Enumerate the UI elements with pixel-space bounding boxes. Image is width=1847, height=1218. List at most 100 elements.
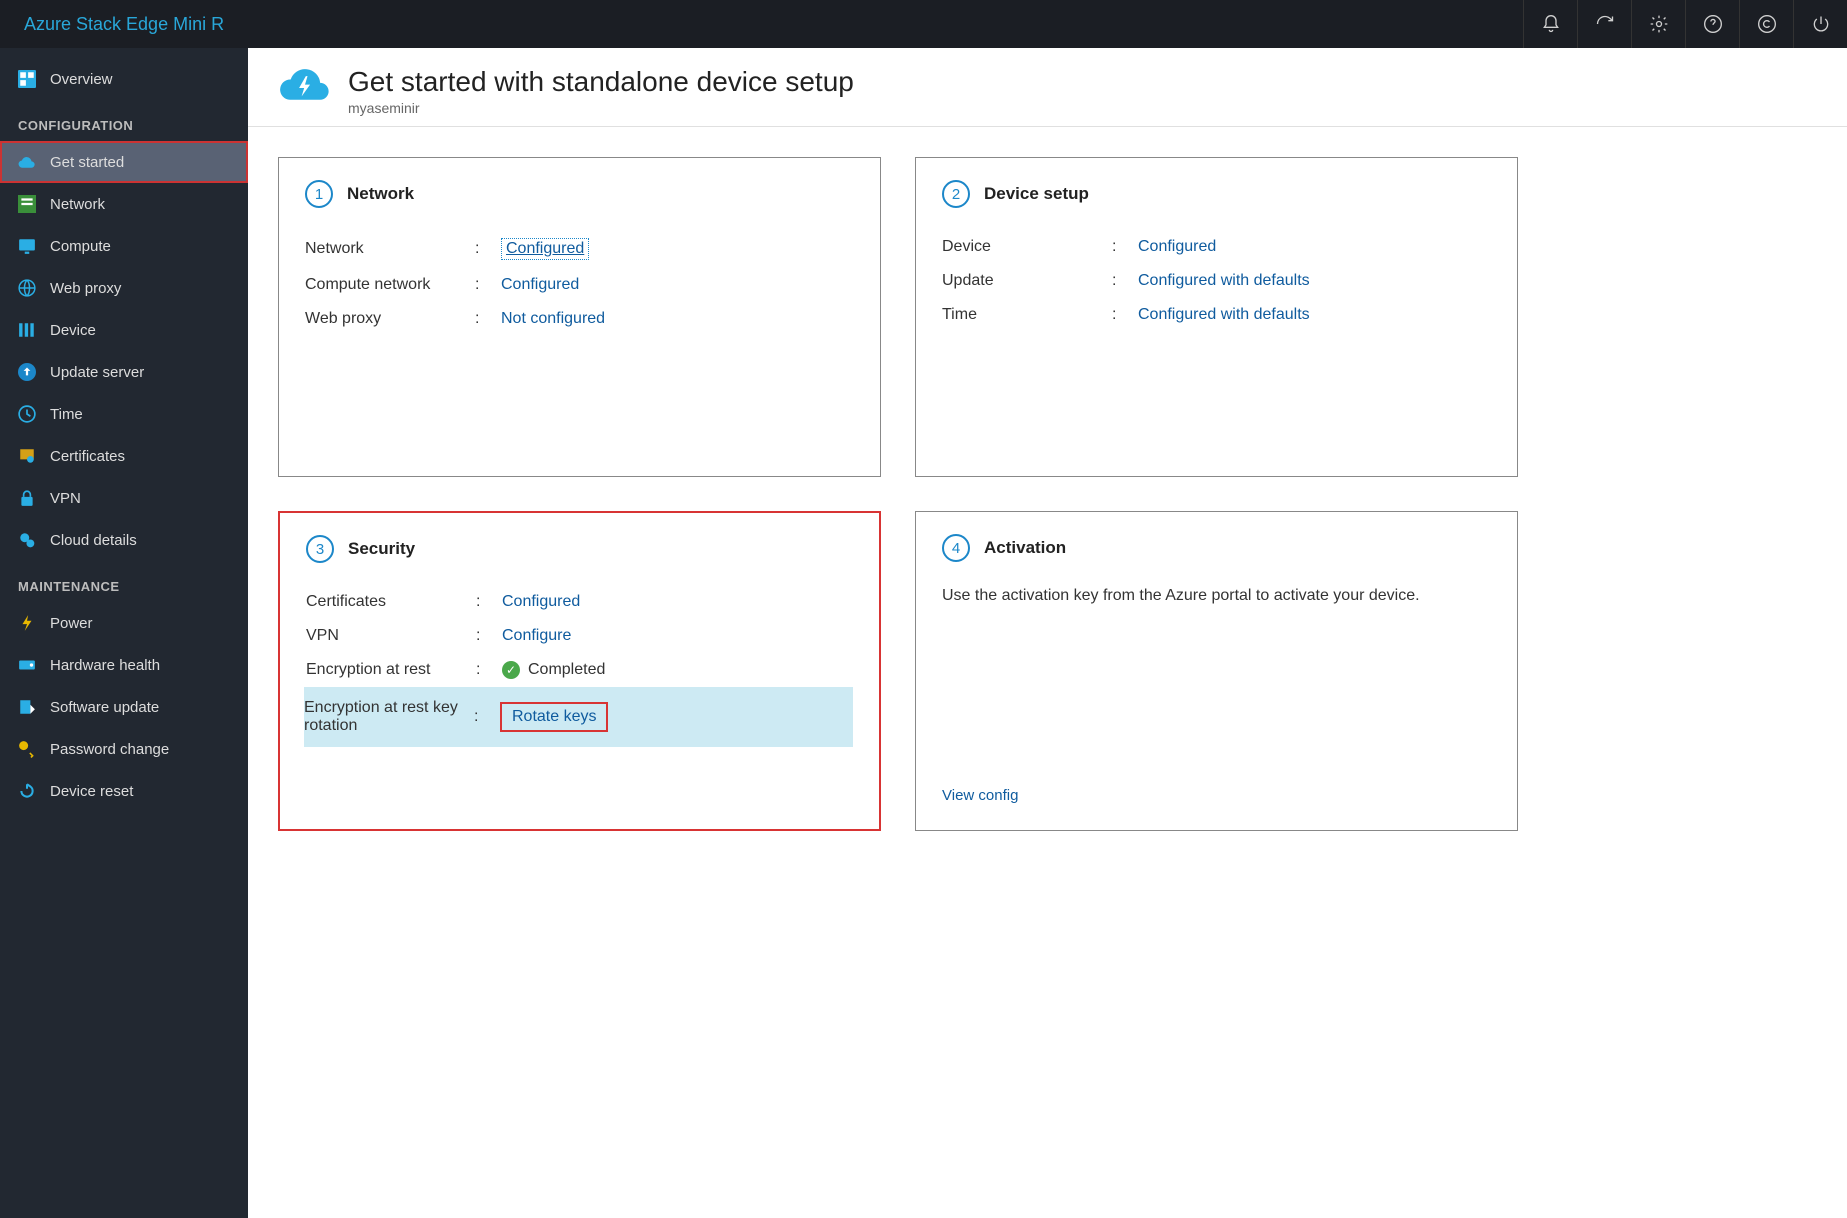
- kv-value-link[interactable]: Configured with defaults: [1138, 272, 1310, 290]
- sidebar-item-label: Password change: [50, 741, 169, 758]
- sidebar-item-time[interactable]: Time: [0, 393, 248, 435]
- sidebar-item-label: Update server: [50, 364, 144, 381]
- hardware-icon: [18, 656, 36, 674]
- sidebar-item-device[interactable]: Device: [0, 309, 248, 351]
- sidebar-item-label: Device: [50, 322, 96, 339]
- kv-label: Device: [942, 238, 1112, 256]
- kv-row: Web proxy:Not configured: [305, 302, 854, 336]
- step-number: 2: [942, 180, 970, 208]
- bell-icon[interactable]: [1523, 0, 1577, 48]
- cloud-bolt-icon: [278, 66, 332, 106]
- sidebar-item-label: Compute: [50, 238, 111, 255]
- gear-icon[interactable]: [1631, 0, 1685, 48]
- bars-icon: [18, 321, 36, 339]
- bolt-icon: [18, 614, 36, 632]
- card-device-setup: 2 Device setup Device:ConfiguredUpdate:Co…: [915, 157, 1518, 477]
- copyright-icon[interactable]: [1739, 0, 1793, 48]
- upload-icon: [18, 363, 36, 381]
- sidebar-item-compute[interactable]: Compute: [0, 225, 248, 267]
- sidebar-item-update-server[interactable]: Update server: [0, 351, 248, 393]
- check-icon: ✓: [502, 661, 520, 679]
- sidebar-section-configuration: Configuration: [0, 100, 248, 141]
- sidebar-item-label: Software update: [50, 699, 159, 716]
- card-title: Network: [347, 184, 414, 204]
- software-icon: [18, 698, 36, 716]
- card-network: 1Network Network:ConfiguredCompute netwo…: [278, 157, 881, 477]
- content: Get started with standalone device setup…: [248, 48, 1847, 1218]
- sidebar-item-device-reset[interactable]: Device reset: [0, 770, 248, 812]
- sidebar-item-power[interactable]: Power: [0, 602, 248, 644]
- sidebar-item-network[interactable]: Network: [0, 183, 248, 225]
- kv-value-link[interactable]: Configured: [1138, 238, 1216, 256]
- kv-row: Encryption at rest:✓Completed: [306, 653, 853, 687]
- kv-value: ✓Completed: [502, 661, 605, 679]
- card-security: 3Security Certificates:ConfiguredVPN:Con…: [278, 511, 881, 831]
- kv-value-link[interactable]: Not configured: [501, 310, 605, 328]
- kv-row: Update:Configured with defaults: [942, 264, 1491, 298]
- kv-value-link[interactable]: Configured with defaults: [1138, 306, 1310, 324]
- sidebar-item-cloud-details[interactable]: Cloud details: [0, 519, 248, 561]
- kv-value-link[interactable]: Configured: [501, 276, 579, 294]
- certificate-icon: [18, 447, 36, 465]
- sidebar-item-overview[interactable]: Overview: [0, 58, 248, 100]
- card-title: Activation: [984, 538, 1066, 558]
- sidebar-item-label: Get started: [50, 154, 124, 171]
- kv-value-link[interactable]: Configured: [502, 593, 580, 611]
- kv-row: Device:Configured: [942, 230, 1491, 264]
- help-icon[interactable]: [1685, 0, 1739, 48]
- sidebar-item-label: Network: [50, 196, 105, 213]
- kv-label: Update: [942, 272, 1112, 290]
- kv-label: Encryption at rest: [306, 661, 476, 679]
- kv-label: Time: [942, 306, 1112, 324]
- sidebar-item-get-started[interactable]: Get started: [0, 141, 248, 183]
- sidebar-section-maintenance: Maintenance: [0, 561, 248, 602]
- card-description: Use the activation key from the Azure po…: [942, 584, 1491, 608]
- topbar: Azure Stack Edge Mini R: [0, 0, 1847, 48]
- kv-label: Compute network: [305, 276, 475, 294]
- sidebar-item-label: Hardware health: [50, 657, 160, 674]
- kv-value-link[interactable]: Rotate keys: [500, 702, 608, 732]
- sidebar-item-label: Time: [50, 406, 83, 423]
- sidebar-item-label: Web proxy: [50, 280, 121, 297]
- view-config-link[interactable]: View config: [942, 787, 1018, 804]
- step-number: 4: [942, 534, 970, 562]
- reset-icon: [18, 782, 36, 800]
- lock-icon: [18, 489, 36, 507]
- kv-label: Network: [305, 240, 475, 258]
- sidebar: Overview Configuration Get started Networ…: [0, 48, 248, 1218]
- gears-icon: [18, 531, 36, 549]
- cloud-bolt-icon: [18, 153, 36, 171]
- kv-label: Certificates: [306, 593, 476, 611]
- monitor-icon: [18, 237, 36, 255]
- sidebar-item-software-update[interactable]: Software update: [0, 686, 248, 728]
- sidebar-item-label: Certificates: [50, 448, 125, 465]
- card-title: Device setup: [984, 184, 1089, 204]
- kv-label: Encryption at rest key rotation: [304, 699, 474, 735]
- kv-row: VPN:Configure: [306, 619, 853, 653]
- kv-row: Time:Configured with defaults: [942, 298, 1491, 332]
- kv-value-link[interactable]: Configured: [501, 238, 589, 260]
- page-header: Get started with standalone device setup…: [248, 48, 1847, 127]
- sidebar-item-label: Power: [50, 615, 93, 632]
- refresh-icon[interactable]: [1577, 0, 1631, 48]
- power-icon[interactable]: [1793, 0, 1847, 48]
- globe-icon: [18, 279, 36, 297]
- kv-row: Network:Configured: [305, 230, 854, 268]
- sidebar-item-label: VPN: [50, 490, 81, 507]
- sidebar-item-web-proxy[interactable]: Web proxy: [0, 267, 248, 309]
- clock-icon: [18, 405, 36, 423]
- sidebar-item-label: Overview: [50, 71, 113, 88]
- page-subtitle: myaseminir: [348, 100, 854, 116]
- card-title: Security: [348, 539, 415, 559]
- sidebar-item-hardware-health[interactable]: Hardware health: [0, 644, 248, 686]
- step-number: 1: [305, 180, 333, 208]
- kv-value-link[interactable]: Configure: [502, 627, 571, 645]
- sidebar-item-certificates[interactable]: Certificates: [0, 435, 248, 477]
- kv-row: Compute network:Configured: [305, 268, 854, 302]
- sidebar-item-vpn[interactable]: VPN: [0, 477, 248, 519]
- kv-row: Encryption at rest key rotation:Rotate k…: [304, 687, 853, 747]
- sidebar-item-password-change[interactable]: Password change: [0, 728, 248, 770]
- kv-label: Web proxy: [305, 310, 475, 328]
- kv-row: Certificates:Configured: [306, 585, 853, 619]
- server-icon: [18, 195, 36, 213]
